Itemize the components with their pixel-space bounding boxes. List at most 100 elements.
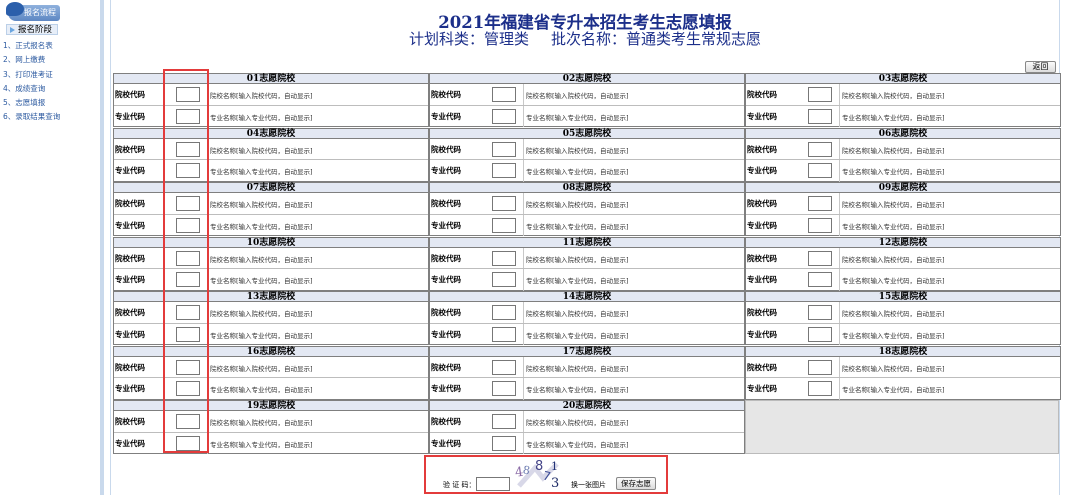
major-code-input[interactable]: [492, 435, 516, 451]
school-row: 院校代码 院校名称[输入院校代码，自动显示]: [114, 302, 428, 324]
choice-block: 14志愿院校 院校代码 院校名称[输入院校代码，自动显示] 专业代码 专业名称[输入专业…: [429, 291, 745, 345]
school-code-input[interactable]: [492, 250, 516, 266]
school-code-label: 院校代码: [431, 90, 461, 99]
major-code-input[interactable]: [808, 217, 832, 233]
major-code-input[interactable]: [492, 163, 516, 178]
divider: [523, 356, 524, 377]
school-row: 院校代码 院校名称[输入院校代码，自动显示]: [746, 193, 1060, 215]
major-code-label: 专业代码: [431, 166, 461, 175]
major-row: 专业代码 专业名称[输入专业代码，自动显示]: [430, 432, 744, 454]
choice-block: 19志愿院校 院校代码 院校名称[输入院校代码，自动显示] 专业代码 专业名称[输入专业…: [113, 400, 429, 454]
choice-title: 05志愿院校: [430, 128, 744, 139]
school-code-label: 院校代码: [747, 144, 777, 154]
divider: [523, 105, 524, 127]
major-code-label: 专业代码: [115, 111, 145, 121]
school-code-input[interactable]: [492, 359, 516, 375]
major-row: 专业代码 专业名称[输入专业代码，自动显示]: [430, 323, 744, 345]
school-code-input[interactable]: [492, 87, 516, 102]
school-row: 院校代码 院校名称[输入院校代码，自动显示]: [114, 356, 428, 378]
major-code-input[interactable]: [492, 326, 516, 342]
school-row: 院校代码 院校名称[输入院校代码，自动显示]: [430, 138, 744, 160]
sidebar-item-admission-ticket[interactable]: 3、打印准考证: [3, 69, 60, 83]
choice-block: 15志愿院校 院校代码 院校名称[输入院校代码，自动显示] 专业代码 专业名称[输入专业…: [745, 291, 1061, 345]
major-code-input[interactable]: [808, 163, 832, 178]
major-code-label: 专业代码: [431, 438, 461, 448]
choice-title: 09志愿院校: [746, 183, 1060, 193]
captcha-image[interactable]: 4 8 8 7 1 3: [513, 458, 563, 490]
choice-block: 06志愿院校 院校代码 院校名称[输入院校代码，自动显示] 专业代码 专业名称[输入专业…: [745, 127, 1061, 182]
major-code-label: 专业代码: [115, 220, 145, 230]
divider: [523, 138, 524, 159]
major-code-input[interactable]: [808, 326, 832, 342]
major-code-label: 专业代码: [747, 166, 777, 175]
major-code-input[interactable]: [492, 217, 516, 233]
back-button[interactable]: 返回: [1025, 61, 1056, 73]
school-name-hint: 院校名称[输入院校代码，自动显示]: [842, 146, 945, 155]
divider: [523, 411, 524, 432]
divider: [523, 160, 524, 182]
school-code-input[interactable]: [808, 87, 832, 102]
major-code-input[interactable]: [492, 381, 516, 396]
major-code-label: 专业代码: [115, 438, 145, 448]
school-name-hint: 院校名称[输入院校代码，自动显示]: [842, 201, 945, 209]
divider: [839, 302, 840, 323]
school-code-input[interactable]: [492, 196, 516, 211]
stage-section[interactable]: 报名阶段: [6, 24, 58, 35]
major-code-label: 专业代码: [747, 111, 777, 121]
school-code-input[interactable]: [808, 250, 832, 266]
divider: [523, 247, 524, 268]
school-row: 院校代码 院校名称[输入院校代码，自动显示]: [114, 84, 428, 106]
school-code-label: 院校代码: [115, 90, 145, 99]
school-row: 院校代码 院校名称[输入院校代码，自动显示]: [114, 411, 428, 433]
school-name-hint: 院校名称[输入院校代码，自动显示]: [526, 364, 629, 373]
school-name-hint: 院校名称[输入院校代码，自动显示]: [210, 201, 313, 209]
major-row: 专业代码 专业名称[输入专业代码，自动显示]: [746, 378, 1060, 400]
school-name-hint: 院校名称[输入院校代码，自动显示]: [526, 146, 629, 155]
major-code-label: 专业代码: [747, 384, 777, 393]
school-name-hint: 院校名称[输入院校代码，自动显示]: [526, 201, 629, 209]
school-code-input[interactable]: [492, 141, 516, 157]
choice-block: 07志愿院校 院校代码 院校名称[输入院校代码，自动显示] 专业代码 专业名称[输入专业…: [113, 182, 429, 236]
school-code-input[interactable]: [492, 414, 516, 429]
main-panel: 2021年福建省专升本招生考生志愿填报 计划科类：管理类 批次名称：普通类考生常规…: [110, 0, 1061, 495]
save-choices-button[interactable]: 保存志愿: [616, 477, 656, 490]
sidebar-item-score-query[interactable]: 4、成绩查询: [3, 83, 60, 97]
school-name-hint: 院校名称[输入院校代码，自动显示]: [210, 364, 313, 373]
captcha-refresh-link[interactable]: 换一张图片: [571, 480, 606, 490]
choice-title: 20志愿院校: [430, 401, 744, 411]
school-name-hint: 院校名称[输入院校代码，自动显示]: [526, 419, 629, 427]
major-row: 专业代码 专业名称[输入专业代码，自动显示]: [114, 105, 428, 127]
divider: [523, 302, 524, 323]
school-code-input[interactable]: [492, 305, 516, 320]
divider: [523, 269, 524, 291]
school-code-label: 院校代码: [115, 253, 145, 263]
school-name-hint: 院校名称[输入院校代码，自动显示]: [526, 255, 629, 264]
process-header: 报名流程: [6, 2, 60, 21]
stage-section-label: 报名阶段: [18, 25, 53, 35]
captcha-input[interactable]: [476, 477, 510, 491]
major-name-hint: 专业名称[输入专业代码，自动显示]: [210, 168, 313, 176]
choice-block: 16志愿院校 院校代码 院校名称[输入院校代码，自动显示] 专业代码 专业名称[输入专业…: [113, 345, 429, 400]
major-code-input[interactable]: [492, 108, 516, 124]
major-row: 专业代码 专业名称[输入专业代码，自动显示]: [430, 105, 744, 127]
major-code-input[interactable]: [808, 272, 832, 287]
major-code-input[interactable]: [808, 381, 832, 396]
sidebar-item-payment[interactable]: 2、网上缴费: [3, 54, 60, 68]
choice-title: 13志愿院校: [114, 292, 428, 302]
school-code-input[interactable]: [808, 305, 832, 320]
school-code-input[interactable]: [808, 141, 832, 157]
school-code-input[interactable]: [808, 196, 832, 211]
divider: [839, 193, 840, 214]
sidebar-item-registration[interactable]: 1、正式报名表: [3, 40, 60, 54]
major-name-hint: 专业名称[输入专业代码，自动显示]: [210, 222, 313, 231]
choice-block: 18志愿院校 院校代码 院校名称[输入院校代码，自动显示] 专业代码 专业名称[输入专业…: [745, 345, 1061, 400]
sidebar-item-volunteer-fill[interactable]: 5、志愿填报: [3, 97, 60, 111]
major-name-hint: 专业名称[输入专业代码，自动显示]: [526, 222, 629, 231]
sidebar-item-admission-result[interactable]: 6、录取结果查询: [3, 111, 60, 125]
choice-block: 01志愿院校 院校代码 院校名称[输入院校代码，自动显示] 专业代码 专业名称[输入专业…: [113, 73, 429, 127]
major-code-input[interactable]: [808, 108, 832, 124]
major-code-input[interactable]: [492, 272, 516, 287]
choice-block: 12志愿院校 院校代码 院校名称[输入院校代码，自动显示] 专业代码 专业名称[输入专业…: [745, 236, 1061, 291]
school-code-input[interactable]: [808, 359, 832, 375]
school-name-hint: 院校名称[输入院校代码，自动显示]: [526, 92, 629, 100]
